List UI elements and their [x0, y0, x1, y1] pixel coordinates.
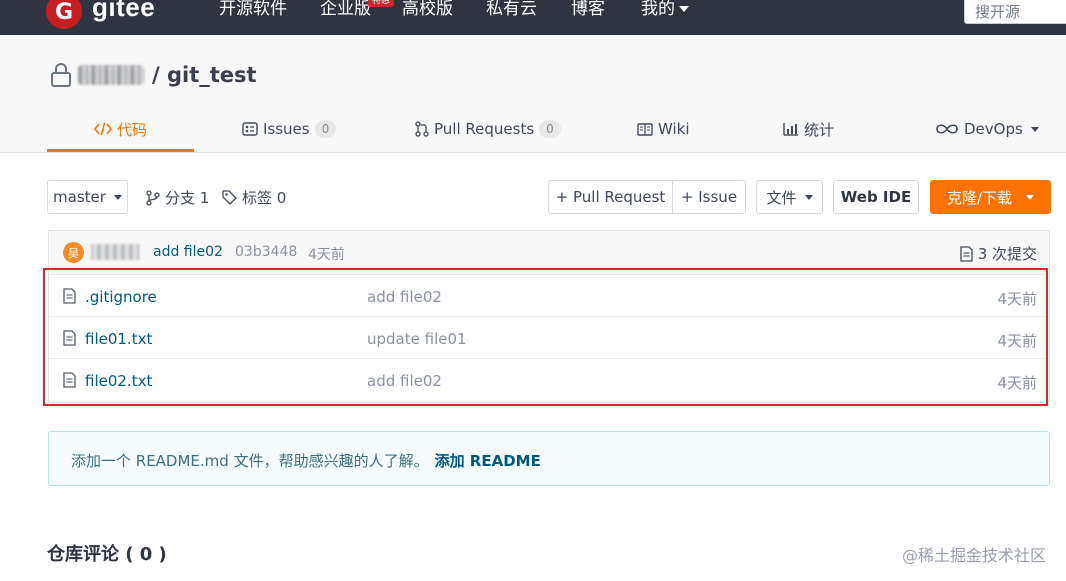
tab-stats-label: 统计 — [804, 120, 835, 139]
devops-icon — [936, 124, 958, 134]
tags-label: 标签 0 — [242, 189, 287, 207]
file-time: 4天前 — [997, 374, 1037, 392]
tab-devops-label: DevOps — [964, 120, 1023, 138]
branches-link[interactable]: 分支 1 — [146, 187, 209, 208]
readme-notice-text: 添加一个 README.md 文件，帮助感兴趣的人了解。 — [71, 452, 429, 470]
logo-letter: G — [54, 0, 74, 25]
file-commit-message[interactable]: add file02 — [367, 288, 442, 306]
commits-icon — [960, 245, 973, 262]
tag-icon — [222, 190, 237, 205]
repo-title[interactable]: / git_test — [152, 63, 257, 87]
code-icon — [94, 122, 112, 136]
new-pull-request-button[interactable]: + Pull Request — [548, 180, 673, 214]
file-row[interactable]: file01.txt update file01 4天前 — [49, 317, 1049, 359]
tab-wiki-label: Wiki — [658, 120, 690, 138]
pull-request-icon — [415, 121, 429, 137]
file-name[interactable]: file02.txt — [85, 372, 152, 390]
file-menu-label: 文件 — [766, 188, 797, 207]
file-row[interactable]: file02.txt add file02 4天前 — [49, 359, 1049, 402]
nav-university[interactable]: 高校版 — [402, 0, 453, 18]
commit-sha[interactable]: 03b3448 — [235, 244, 297, 260]
nav-blog[interactable]: 博客 — [571, 0, 605, 18]
new-issue-button[interactable]: + Issue — [672, 180, 746, 214]
repo-header: / git_test 代码 Issues 0 Pull Requests 0 W… — [0, 35, 1066, 153]
active-tab-underline — [47, 149, 194, 152]
tab-stats[interactable]: 统计 — [783, 119, 834, 139]
chevron-down-icon — [1026, 194, 1035, 200]
owner-name-blurred[interactable] — [78, 65, 144, 85]
commit-message[interactable]: add file02 — [153, 244, 223, 260]
repo-comments-title: 仓库评论 ( 0 ) — [47, 544, 167, 565]
file-time: 4天前 — [997, 332, 1037, 350]
avatar[interactable]: 吴 — [63, 242, 84, 263]
file-icon — [63, 288, 76, 304]
nav-mine[interactable]: 我的 — [641, 0, 689, 18]
commit-count-label: 3 次提交 — [977, 245, 1037, 263]
tab-pull-requests-label: Pull Requests — [434, 120, 535, 138]
web-ide-button[interactable]: Web IDE — [833, 180, 919, 214]
file-list: .gitignore add file02 4天前 file01.txt upd… — [48, 274, 1050, 403]
nav-mine-label: 我的 — [641, 0, 675, 19]
chevron-down-icon — [679, 6, 689, 12]
latest-commit-bar: 吴 add file02 03b3448 4天前 3 次提交 — [48, 230, 1050, 274]
file-time: 4天前 — [997, 290, 1037, 308]
file-row[interactable]: .gitignore add file02 4天前 — [49, 275, 1049, 317]
file-icon — [63, 372, 76, 388]
watermark: @稀土掘金技术社区 — [901, 546, 1046, 565]
chevron-down-icon — [1030, 126, 1039, 132]
file-icon — [63, 330, 76, 346]
enterprise-badge: 特惠 — [368, 0, 395, 7]
issues-icon — [242, 122, 258, 136]
file-name[interactable]: .gitignore — [85, 288, 157, 306]
branch-icon — [146, 189, 160, 206]
commit-author-blurred[interactable] — [91, 244, 139, 260]
lock-icon — [51, 63, 71, 87]
nav-open-source[interactable]: 开源软件 — [219, 0, 287, 18]
tab-wiki[interactable]: Wiki — [637, 119, 690, 139]
commit-time: 4天前 — [308, 247, 345, 263]
tags-link[interactable]: 标签 0 — [222, 187, 286, 208]
add-readme-link[interactable]: 添加 README — [435, 452, 541, 470]
commit-count-link[interactable]: 3 次提交 — [960, 243, 1037, 264]
pull-requests-count-badge: 0 — [539, 120, 561, 138]
chevron-down-icon — [113, 194, 122, 200]
readme-notice: 添加一个 README.md 文件，帮助感兴趣的人了解。 添加 README — [48, 431, 1050, 486]
nav-enterprise[interactable]: 企业版 — [320, 0, 371, 18]
wiki-icon — [637, 122, 653, 136]
nav-private-cloud[interactable]: 私有云 — [486, 0, 537, 18]
tab-issues-label: Issues — [263, 120, 310, 138]
file-commit-message[interactable]: update file01 — [367, 330, 467, 348]
tab-code[interactable]: 代码 — [94, 119, 147, 139]
tab-devops[interactable]: DevOps — [935, 119, 1039, 139]
branches-label: 分支 1 — [165, 189, 210, 207]
file-name[interactable]: file01.txt — [85, 330, 152, 348]
stats-icon — [783, 123, 798, 136]
top-nav: G gitee 开源软件 企业版 特惠 高校版 私有云 博客 我的 搜开源 — [0, 0, 1066, 35]
tab-pull-requests[interactable]: Pull Requests 0 — [415, 119, 561, 139]
file-menu-button[interactable]: 文件 — [756, 180, 823, 214]
file-commit-message[interactable]: add file02 — [367, 372, 442, 390]
tab-code-label: 代码 — [117, 120, 148, 139]
branch-select-label: master — [53, 188, 106, 206]
clone-download-button[interactable]: 克隆/下载 — [930, 180, 1051, 214]
branch-select[interactable]: master — [47, 180, 128, 214]
search-input[interactable]: 搜开源 — [964, 0, 1066, 24]
issues-count-badge: 0 — [314, 120, 337, 138]
tab-issues[interactable]: Issues 0 — [242, 119, 337, 139]
clone-download-label: 克隆/下载 — [946, 188, 1013, 207]
chevron-down-icon — [804, 194, 813, 200]
gitee-logo[interactable]: G — [46, 0, 82, 29]
brand-name[interactable]: gitee — [92, 0, 155, 23]
